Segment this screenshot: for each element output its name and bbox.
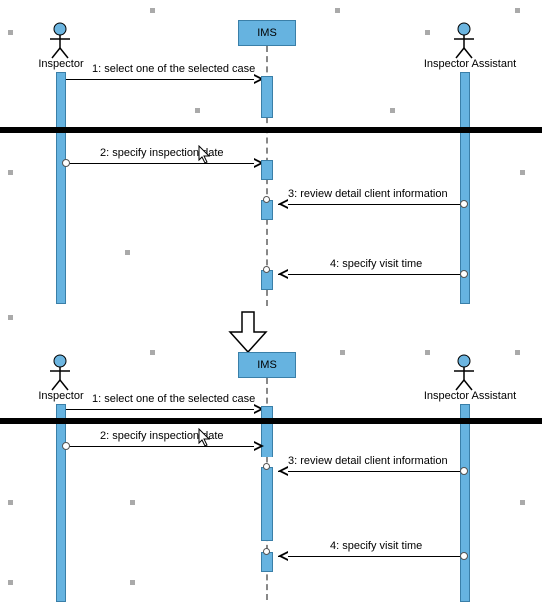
message-4-line-b[interactable] [278, 556, 460, 557]
activation-ims-4 [261, 270, 273, 290]
message-3-origin-icon [460, 200, 468, 208]
activation-ims-4b [261, 552, 273, 572]
message-3-arrow-icon-b [278, 466, 288, 476]
message-1-line[interactable] [66, 79, 256, 80]
activation-start-icon-b2 [263, 548, 270, 555]
grid-dot [515, 350, 520, 355]
lifeline-inspector[interactable] [56, 72, 66, 304]
message-3-origin-icon-b [460, 467, 468, 475]
grid-dot [8, 30, 13, 35]
message-4-origin-icon-b [460, 552, 468, 560]
lifeline-assistant-b[interactable] [460, 404, 470, 602]
actor-inspector-label-b: Inspector [36, 390, 86, 402]
message-2-line-b[interactable] [66, 446, 256, 447]
grid-dot [520, 170, 525, 175]
actor-assistant-icon [452, 22, 482, 62]
message-1-label-b: 1: select one of the selected case [92, 393, 255, 405]
message-2-origin-icon-b [62, 442, 70, 450]
grid-dot [150, 8, 155, 13]
grid-dot [8, 170, 13, 175]
message-3-line[interactable] [278, 204, 460, 205]
actor-inspector-label: Inspector [36, 58, 86, 70]
message-2-arrow-icon-b [254, 441, 264, 451]
grid-dot [130, 500, 135, 505]
grid-dot [425, 350, 430, 355]
actor-assistant-label-b: Inspector Assistant [420, 390, 520, 402]
diagram-canvas: Inspector IMS Inspector Assistant 1: sel… [0, 0, 542, 600]
message-4-label: 4: specify visit time [330, 258, 422, 270]
message-4-arrow-icon [278, 269, 288, 279]
activation-ims-3 [261, 200, 273, 220]
activation-start-icon [263, 196, 270, 203]
activation-ims-3b [261, 467, 273, 541]
message-3-line-b[interactable] [278, 471, 460, 472]
message-2-origin-icon [62, 159, 70, 167]
lifeline-inspector-b[interactable] [56, 404, 66, 602]
grid-dot [195, 108, 200, 113]
grid-dot [340, 350, 345, 355]
grid-dot [520, 500, 525, 505]
grid-dot [130, 580, 135, 585]
message-3-label: 3: review detail client information [288, 188, 448, 200]
activation-ims-2 [261, 160, 273, 180]
grid-dot [8, 580, 13, 585]
grid-dot [425, 30, 430, 35]
actor-inspector-icon [48, 22, 78, 62]
message-3-arrow-icon [278, 199, 288, 209]
message-1-line-b[interactable] [66, 409, 256, 410]
grid-dot [125, 250, 130, 255]
grid-dot [515, 8, 520, 13]
system-ims[interactable]: IMS [238, 20, 296, 46]
message-4-label-b: 4: specify visit time [330, 540, 422, 552]
mouse-cursor-icon [198, 145, 214, 165]
message-4-arrow-icon-b [278, 551, 288, 561]
combined-fragment-bar-top [0, 127, 542, 133]
actor-inspector-icon-b [48, 354, 78, 394]
grid-dot [8, 315, 13, 320]
transform-down-arrow-icon [228, 310, 268, 354]
grid-dot [335, 8, 340, 13]
actor-assistant-label: Inspector Assistant [420, 58, 520, 70]
message-4-origin-icon [460, 270, 468, 278]
message-2-line[interactable] [66, 163, 256, 164]
mouse-cursor-icon-b [198, 428, 214, 448]
system-ims-b[interactable]: IMS [238, 352, 296, 378]
actor-assistant-icon-b [452, 354, 482, 394]
message-4-line[interactable] [278, 274, 460, 275]
activation-start-icon-b [263, 463, 270, 470]
grid-dot [390, 108, 395, 113]
activation-start-icon [263, 266, 270, 273]
activation-ims-1 [261, 76, 273, 118]
grid-dot [8, 500, 13, 505]
combined-fragment-bar-bottom [0, 418, 542, 424]
message-3-label-b: 3: review detail client information [288, 455, 448, 467]
grid-dot [150, 350, 155, 355]
message-1-label: 1: select one of the selected case [92, 63, 255, 75]
